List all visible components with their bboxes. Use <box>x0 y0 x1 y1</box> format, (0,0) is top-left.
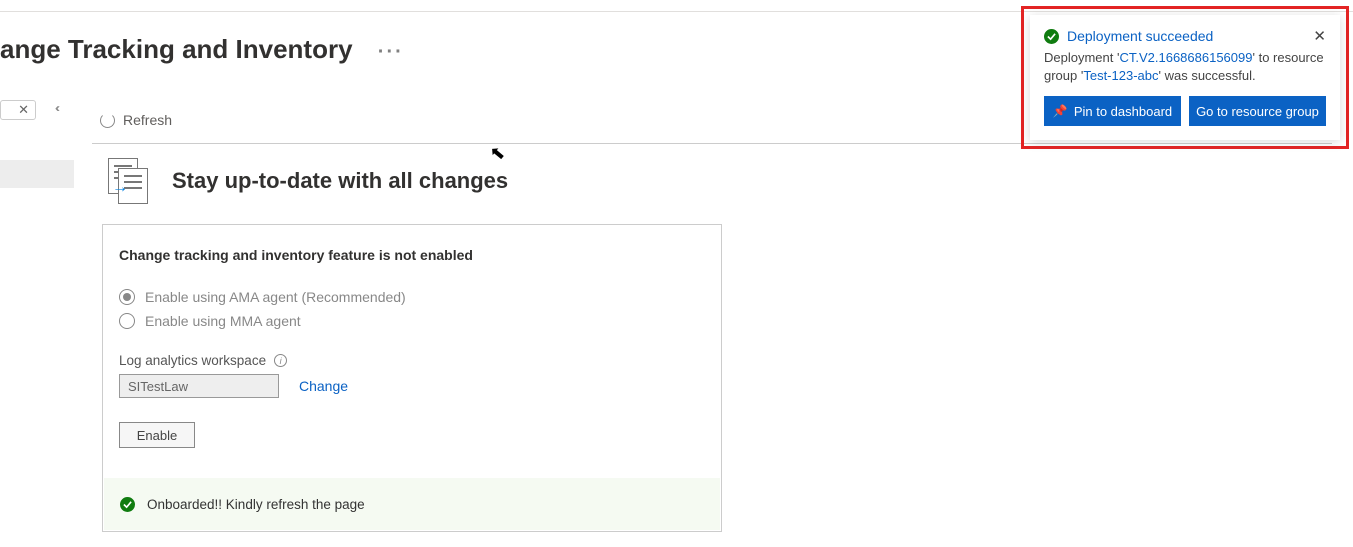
radio-mma-label: Enable using MMA agent <box>145 313 301 329</box>
success-icon <box>1044 29 1059 44</box>
pin-icon: 📌 <box>1053 104 1068 118</box>
collapse-nav-icon[interactable]: ‹‹ <box>55 101 57 115</box>
radio-mma[interactable]: Enable using MMA agent <box>119 313 705 329</box>
goto-label: Go to resource group <box>1196 104 1319 119</box>
radio-icon <box>119 313 135 329</box>
info-icon[interactable]: i <box>274 354 287 367</box>
hero-heading: Stay up-to-date with all changes <box>172 168 508 194</box>
close-panel-button[interactable]: ✕ <box>0 100 36 120</box>
pin-label: Pin to dashboard <box>1074 104 1172 119</box>
workspace-label-text: Log analytics workspace <box>119 353 266 368</box>
deployment-link[interactable]: CT.V2.1668686156099 <box>1119 50 1252 65</box>
documents-icon: → <box>106 158 150 204</box>
toast-text: ' was successful. <box>1159 68 1256 83</box>
resource-group-link[interactable]: Test-123-abc <box>1083 68 1158 83</box>
refresh-label: Refresh <box>123 112 172 128</box>
toast-title[interactable]: Deployment succeeded <box>1067 28 1305 44</box>
refresh-icon <box>100 113 115 128</box>
change-link[interactable]: Change <box>299 378 348 394</box>
enable-card: Change tracking and inventory feature is… <box>102 224 722 532</box>
page-title: ange Tracking and Inventory ··· <box>0 34 404 65</box>
workspace-input <box>119 374 279 398</box>
workspace-label: Log analytics workspace i <box>119 353 705 368</box>
status-text: Onboarded!! Kindly refresh the page <box>147 497 365 512</box>
refresh-button[interactable]: Refresh <box>100 112 172 128</box>
close-icon: ✕ <box>18 102 29 118</box>
close-icon[interactable]: ✕ <box>1313 27 1326 45</box>
page-actions-ellipsis[interactable]: ··· <box>378 41 404 63</box>
notification-highlight: Deployment succeeded ✕ Deployment 'CT.V2… <box>1021 6 1349 149</box>
enable-button[interactable]: Enable <box>119 422 195 448</box>
nav-selected-item[interactable] <box>0 160 74 188</box>
radio-ama-label: Enable using AMA agent (Recommended) <box>145 289 406 305</box>
go-to-resource-group-button[interactable]: Go to resource group <box>1189 96 1326 126</box>
status-bar: Onboarded!! Kindly refresh the page <box>104 478 720 530</box>
toast-text: Deployment ' <box>1044 50 1119 65</box>
toast-body: Deployment 'CT.V2.1668686156099' to reso… <box>1044 49 1326 84</box>
pin-to-dashboard-button[interactable]: 📌 Pin to dashboard <box>1044 96 1181 126</box>
card-title: Change tracking and inventory feature is… <box>119 247 705 263</box>
radio-icon <box>119 289 135 305</box>
hero-section: → Stay up-to-date with all changes <box>106 158 508 204</box>
radio-ama[interactable]: Enable using AMA agent (Recommended) <box>119 289 705 305</box>
page-title-text: ange Tracking and Inventory <box>0 34 353 64</box>
deployment-toast: Deployment succeeded ✕ Deployment 'CT.V2… <box>1030 15 1340 140</box>
success-icon <box>120 497 135 512</box>
